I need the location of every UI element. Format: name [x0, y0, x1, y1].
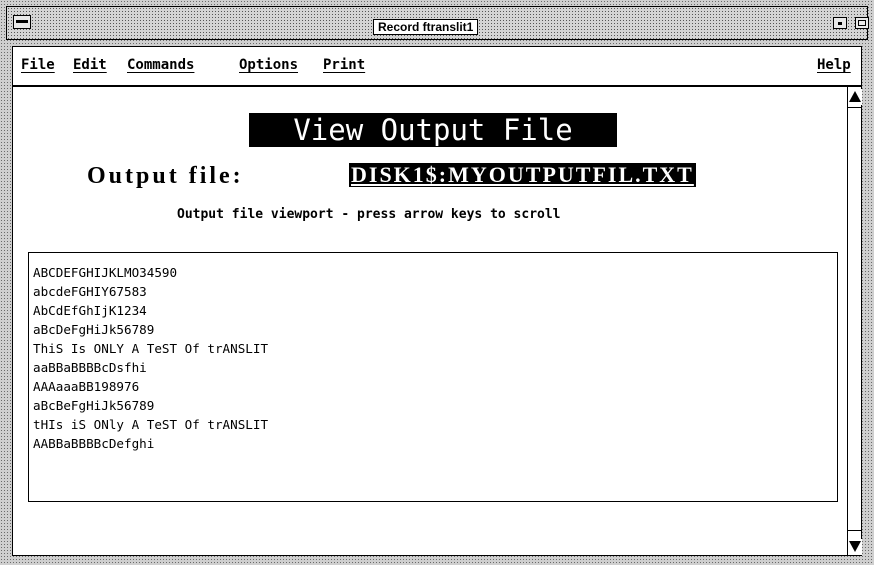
viewport-line: aaBBaBBBBcDsfhi	[33, 360, 147, 375]
minimize-icon[interactable]	[833, 17, 847, 29]
viewport-line: AAAaaaBB198976	[33, 379, 140, 394]
menu-edit[interactable]: Edit	[73, 57, 107, 73]
output-file-viewport[interactable]: ABCDEFGHIJKLMO34590 abcdeFGHIY67583 AbCd…	[28, 252, 838, 502]
menu-commands[interactable]: Commands	[127, 57, 194, 73]
scroll-down-arrow-icon[interactable]	[848, 539, 862, 555]
page-title: View Output File	[249, 113, 617, 147]
viewport-line: tHIs iS ONly A TeST Of trANSLIT	[33, 417, 269, 432]
scrollbar-thumb[interactable]	[848, 107, 861, 531]
output-file-label: Output file:	[87, 163, 244, 189]
viewport-line: aBcDeFgHiJk56789	[33, 322, 155, 337]
form-content: View Output File Output file: DISK1$:MYO…	[13, 87, 843, 555]
viewport-line: ABCDEFGHIJKLMO34590	[33, 265, 178, 280]
viewport-line: ThiS Is ONLY A TeST Of trANSLIT	[33, 341, 269, 356]
window-title: Record ftranslit1	[373, 19, 479, 35]
maximize-icon[interactable]	[855, 17, 869, 29]
scroll-up-arrow-icon[interactable]	[848, 89, 862, 105]
viewport-line: aBcBeFgHiJk56789	[33, 398, 155, 413]
window-menu-icon[interactable]	[13, 15, 31, 29]
title-bar[interactable]: Record ftranslit1	[6, 6, 869, 40]
viewport-line: AABBaBBBBcDefghi	[33, 436, 155, 451]
menu-help[interactable]: Help	[817, 57, 851, 73]
viewport-line: AbCdEfGhIjK1234	[33, 303, 147, 318]
output-file-value: DISK1$:MYOUTPUTFIL.TXT	[349, 162, 696, 187]
menu-bar: File Edit Commands Options Print Help	[13, 47, 861, 87]
menu-options[interactable]: Options	[239, 57, 298, 73]
window-frame: Record ftranslit1 File Edit Commands Opt…	[0, 0, 874, 565]
window-client-area: File Edit Commands Options Print Help Vi…	[12, 46, 862, 556]
vertical-scrollbar[interactable]	[847, 87, 862, 555]
menu-print[interactable]: Print	[323, 57, 365, 73]
viewport-hint: Output file viewport - press arrow keys …	[177, 207, 561, 222]
viewport-line: abcdeFGHIY67583	[33, 284, 147, 299]
menu-file[interactable]: File	[21, 57, 55, 73]
